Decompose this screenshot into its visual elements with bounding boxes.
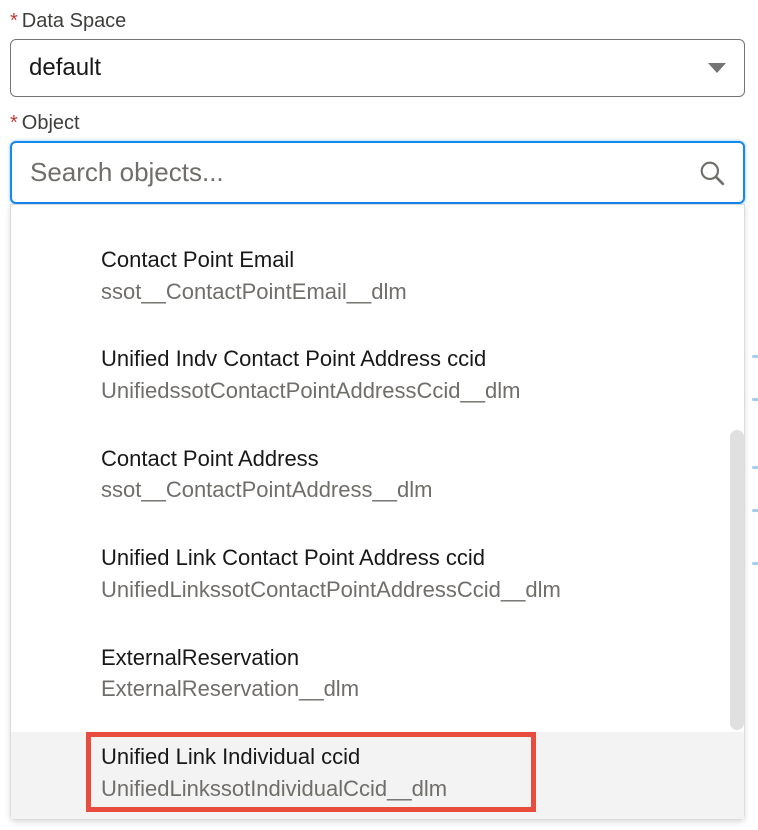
search-input[interactable] [30, 157, 699, 188]
option-api: ssot__ContactPointAddress__dlm [101, 475, 744, 505]
option-api: ExternalReservation__dlm [101, 674, 744, 704]
object-dropdown: Contact Point Email ssot__ContactPointEm… [10, 204, 745, 820]
option-label: Contact Point Email [101, 245, 744, 275]
required-asterisk: * [10, 10, 18, 33]
list-item[interactable]: Unified Link Contact Point Address ccid … [11, 533, 744, 614]
option-api: UnifiedssotContactPointAddressCcid__dlm [101, 376, 744, 406]
option-api: UnifiedLinkssotContactPointAddressCcid__… [101, 575, 744, 605]
label-text: Data Space [22, 10, 127, 33]
required-asterisk: * [10, 112, 18, 135]
object-search-box[interactable] [10, 141, 745, 204]
list-item[interactable]: Contact Point Email ssot__ContactPointEm… [11, 235, 744, 316]
search-icon [699, 160, 725, 186]
option-api: ssot__ContactPointEmail__dlm [101, 277, 744, 307]
list-item[interactable]: Unified Indv Contact Point Address ccid … [11, 334, 744, 415]
data-space-value: default [29, 54, 101, 82]
option-label: Unified Link Individual ccid [101, 742, 744, 772]
option-label: Unified Indv Contact Point Address ccid [101, 344, 744, 374]
option-label: Unified Link Contact Point Address ccid [101, 543, 744, 573]
chevron-down-icon [708, 63, 726, 73]
option-api: UnifiedLinkssotIndividualCcid__dlm [101, 774, 744, 804]
list-item[interactable]: ExternalReservation ExternalReservation_… [11, 633, 744, 714]
label-text: Object [22, 112, 80, 135]
background-decoration [752, 355, 758, 605]
data-space-label: * Data Space [10, 10, 748, 33]
scrollbar[interactable] [730, 430, 744, 730]
list-item[interactable]: Contact Point Address ssot__ContactPoint… [11, 434, 744, 515]
object-label: * Object [10, 112, 748, 135]
data-space-select[interactable]: default [10, 39, 745, 97]
list-item[interactable]: Unified Link Individual ccid UnifiedLink… [11, 732, 744, 819]
option-label: Contact Point Address [101, 444, 744, 474]
option-label: ExternalReservation [101, 643, 744, 673]
